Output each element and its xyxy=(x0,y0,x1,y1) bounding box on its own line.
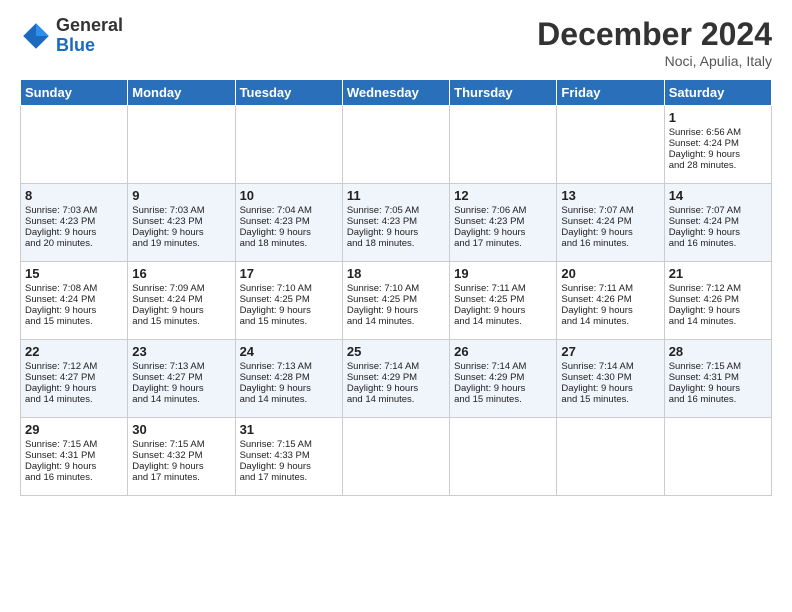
week-row-0: 1Sunrise: 6:56 AMSunset: 4:24 PMDaylight… xyxy=(21,106,772,184)
table-row: 26Sunrise: 7:14 AMSunset: 4:29 PMDayligh… xyxy=(450,340,557,418)
col-sunday: Sunday xyxy=(21,80,128,106)
table-row: 16Sunrise: 7:09 AMSunset: 4:24 PMDayligh… xyxy=(128,262,235,340)
table-row: 1Sunrise: 6:56 AMSunset: 4:24 PMDaylight… xyxy=(664,106,771,184)
table-row: 10Sunrise: 7:04 AMSunset: 4:23 PMDayligh… xyxy=(235,184,342,262)
col-tuesday: Tuesday xyxy=(235,80,342,106)
table-row xyxy=(450,418,557,496)
location: Noci, Apulia, Italy xyxy=(537,53,772,69)
table-row xyxy=(128,106,235,184)
col-thursday: Thursday xyxy=(450,80,557,106)
col-monday: Monday xyxy=(128,80,235,106)
table-row: 23Sunrise: 7:13 AMSunset: 4:27 PMDayligh… xyxy=(128,340,235,418)
logo: General Blue xyxy=(20,16,123,56)
week-row-3: 22Sunrise: 7:12 AMSunset: 4:27 PMDayligh… xyxy=(21,340,772,418)
table-row xyxy=(664,418,771,496)
calendar-table: Sunday Monday Tuesday Wednesday Thursday… xyxy=(20,79,772,496)
table-row: 29Sunrise: 7:15 AMSunset: 4:31 PMDayligh… xyxy=(21,418,128,496)
table-row xyxy=(557,418,664,496)
table-row: 12Sunrise: 7:06 AMSunset: 4:23 PMDayligh… xyxy=(450,184,557,262)
page: General Blue December 2024 Noci, Apulia,… xyxy=(0,0,792,508)
table-row xyxy=(21,106,128,184)
table-row xyxy=(235,106,342,184)
logo-text: General Blue xyxy=(56,16,123,56)
logo-blue: Blue xyxy=(56,36,123,56)
table-row: 24Sunrise: 7:13 AMSunset: 4:28 PMDayligh… xyxy=(235,340,342,418)
week-row-1: 8Sunrise: 7:03 AMSunset: 4:23 PMDaylight… xyxy=(21,184,772,262)
col-wednesday: Wednesday xyxy=(342,80,449,106)
table-row: 15Sunrise: 7:08 AMSunset: 4:24 PMDayligh… xyxy=(21,262,128,340)
table-row: 19Sunrise: 7:11 AMSunset: 4:25 PMDayligh… xyxy=(450,262,557,340)
header: General Blue December 2024 Noci, Apulia,… xyxy=(20,16,772,69)
logo-icon xyxy=(20,20,52,52)
table-row: 25Sunrise: 7:14 AMSunset: 4:29 PMDayligh… xyxy=(342,340,449,418)
table-row: 27Sunrise: 7:14 AMSunset: 4:30 PMDayligh… xyxy=(557,340,664,418)
week-row-2: 15Sunrise: 7:08 AMSunset: 4:24 PMDayligh… xyxy=(21,262,772,340)
logo-general: General xyxy=(56,16,123,36)
col-friday: Friday xyxy=(557,80,664,106)
month-title: December 2024 xyxy=(537,16,772,53)
table-row: 31Sunrise: 7:15 AMSunset: 4:33 PMDayligh… xyxy=(235,418,342,496)
table-row: 28Sunrise: 7:15 AMSunset: 4:31 PMDayligh… xyxy=(664,340,771,418)
table-row: 30Sunrise: 7:15 AMSunset: 4:32 PMDayligh… xyxy=(128,418,235,496)
table-row xyxy=(342,418,449,496)
week-row-4: 29Sunrise: 7:15 AMSunset: 4:31 PMDayligh… xyxy=(21,418,772,496)
table-row: 13Sunrise: 7:07 AMSunset: 4:24 PMDayligh… xyxy=(557,184,664,262)
table-row: 11Sunrise: 7:05 AMSunset: 4:23 PMDayligh… xyxy=(342,184,449,262)
table-row: 9Sunrise: 7:03 AMSunset: 4:23 PMDaylight… xyxy=(128,184,235,262)
table-row: 21Sunrise: 7:12 AMSunset: 4:26 PMDayligh… xyxy=(664,262,771,340)
table-row: 8Sunrise: 7:03 AMSunset: 4:23 PMDaylight… xyxy=(21,184,128,262)
table-row xyxy=(342,106,449,184)
table-row: 17Sunrise: 7:10 AMSunset: 4:25 PMDayligh… xyxy=(235,262,342,340)
header-row: Sunday Monday Tuesday Wednesday Thursday… xyxy=(21,80,772,106)
table-row: 14Sunrise: 7:07 AMSunset: 4:24 PMDayligh… xyxy=(664,184,771,262)
table-row: 20Sunrise: 7:11 AMSunset: 4:26 PMDayligh… xyxy=(557,262,664,340)
table-row xyxy=(450,106,557,184)
table-row: 18Sunrise: 7:10 AMSunset: 4:25 PMDayligh… xyxy=(342,262,449,340)
table-row xyxy=(557,106,664,184)
col-saturday: Saturday xyxy=(664,80,771,106)
title-block: December 2024 Noci, Apulia, Italy xyxy=(537,16,772,69)
table-row: 22Sunrise: 7:12 AMSunset: 4:27 PMDayligh… xyxy=(21,340,128,418)
